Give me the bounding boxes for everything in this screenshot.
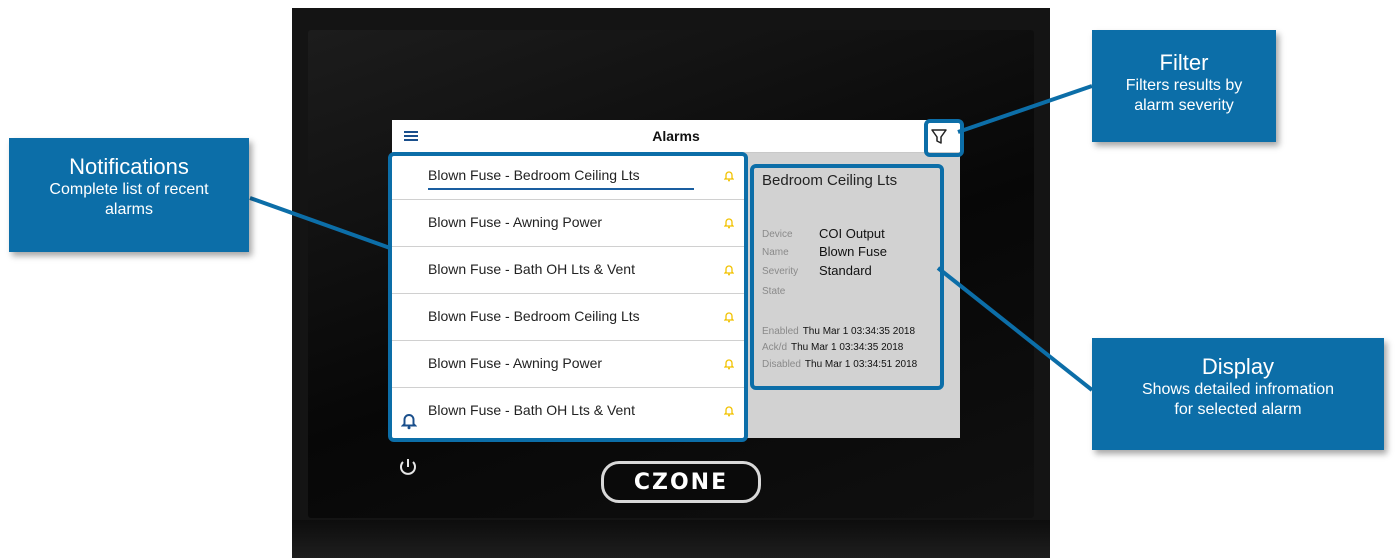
- filter-callout: Filter Filters results by alarm severity: [1092, 30, 1276, 142]
- callout-title: Filter: [1159, 50, 1209, 75]
- callout-description: alarms: [104, 201, 153, 218]
- callout-description: alarm severity: [1134, 97, 1234, 114]
- callout-description: for selected alarm: [1174, 401, 1302, 418]
- callout-description: Complete list of recent: [49, 181, 209, 198]
- notifications-callout: Notifications Complete list of recent al…: [9, 138, 249, 252]
- callout-title: Display: [1201, 354, 1275, 379]
- display-callout: Display Shows detailed infromation for s…: [1092, 338, 1384, 450]
- callout-description: Filters results by: [1125, 77, 1243, 94]
- callout-title: Notifications: [69, 154, 189, 179]
- callout-description: Shows detailed infromation: [1141, 381, 1335, 398]
